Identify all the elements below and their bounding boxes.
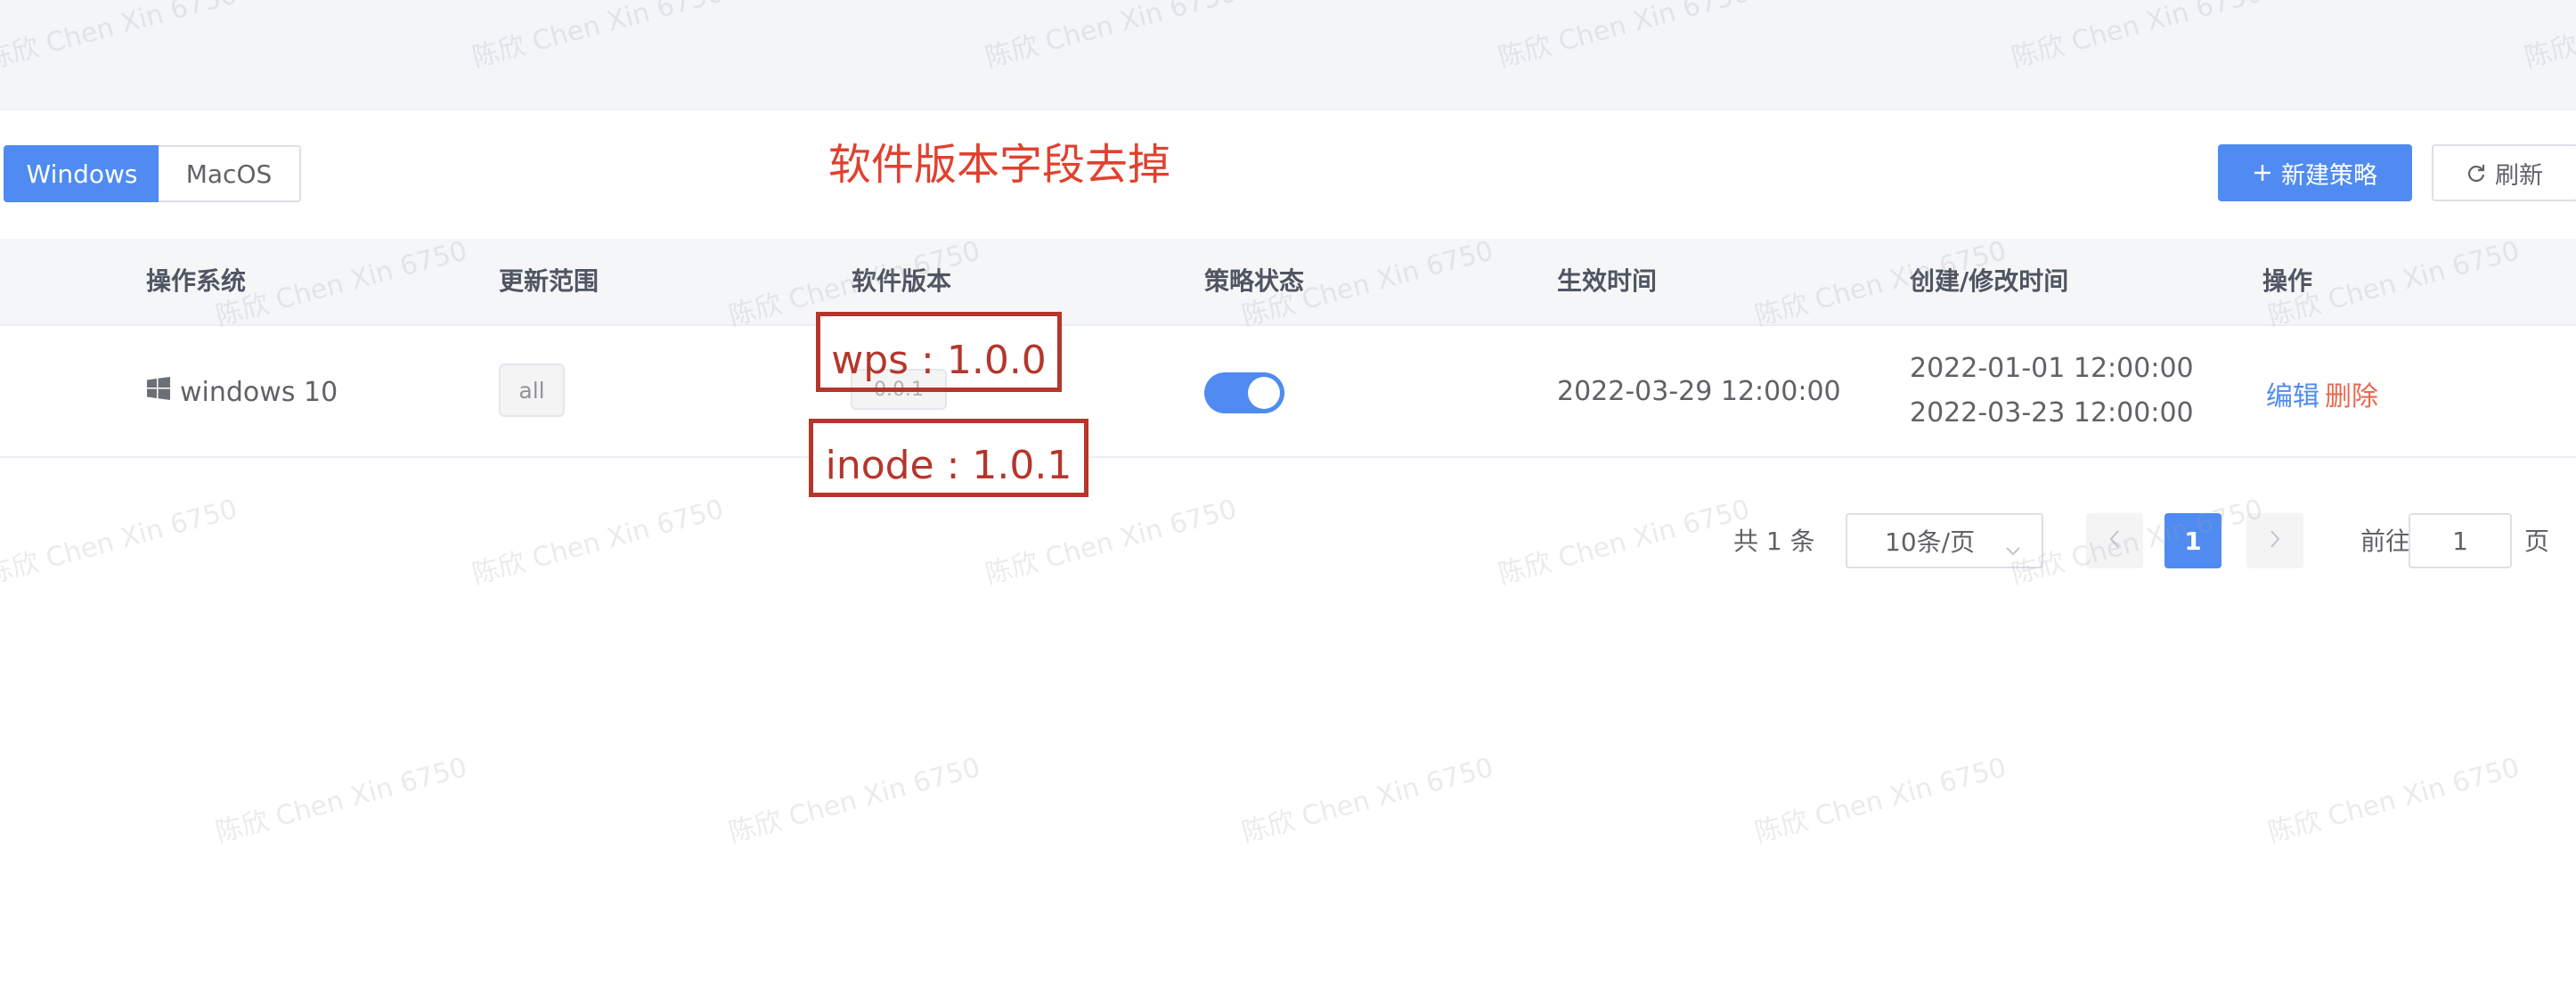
- column-header-scope: 更新范围: [499, 266, 599, 296]
- annotation-box-wps: wps : 1.0.0: [816, 312, 1062, 392]
- column-header-status: 策略状态: [1204, 266, 1305, 296]
- created-time: 2022-01-01 12:00:00: [1910, 353, 2194, 384]
- column-header-os: 操作系统: [146, 266, 247, 296]
- goto-label: 前往: [2360, 527, 2411, 556]
- goto-page-suffix: 页: [2524, 527, 2550, 556]
- new-strategy-button[interactable]: 新建策略: [2218, 144, 2412, 201]
- status-toggle-knob: [1248, 377, 1280, 409]
- windows-icon: [146, 376, 171, 408]
- status-toggle[interactable]: [1204, 372, 1284, 413]
- pagination-total: 共 1 条: [1733, 527, 1815, 556]
- edit-link[interactable]: 编辑: [2266, 374, 2319, 413]
- refresh-button[interactable]: 刷新: [2432, 144, 2576, 201]
- table-header: 操作系统 更新范围 软件版本 策略状态 生效时间 创建/修改时间 操作: [0, 239, 2576, 326]
- table-row: windows 10 all 0.0.1 2022-03-29 12:00:00…: [0, 326, 2576, 458]
- page-number-current[interactable]: 1: [2164, 513, 2221, 568]
- tab-windows[interactable]: Windows: [4, 145, 160, 202]
- modified-time: 2022-03-23 12:00:00: [1910, 397, 2194, 429]
- goto-page-input[interactable]: [2409, 513, 2512, 568]
- annotation-box-inode: inode : 1.0.1: [809, 419, 1088, 497]
- chevron-left-icon: [2107, 527, 2122, 556]
- chevron-right-icon: [2268, 527, 2282, 556]
- prev-page-button[interactable]: [2086, 513, 2143, 568]
- effective-time: 2022-03-29 12:00:00: [1557, 376, 1841, 407]
- column-header-actions: 操作: [2262, 266, 2313, 296]
- column-header-created-modified: 创建/修改时间: [1910, 266, 2069, 296]
- next-page-button[interactable]: [2246, 513, 2303, 568]
- page-size-value: 10条/页: [1885, 527, 1976, 557]
- scope-tag: all: [499, 363, 565, 417]
- refresh-label: 刷新: [2495, 161, 2543, 190]
- chevron-down-icon: [2004, 535, 2022, 564]
- os-name: windows 10: [180, 376, 338, 408]
- annotation-title: 软件版本字段去掉: [828, 140, 1171, 190]
- new-strategy-label: 新建策略: [2281, 161, 2377, 190]
- refresh-icon: [2466, 163, 2486, 183]
- plus-icon: [2253, 163, 2272, 183]
- top-band: [0, 0, 2576, 110]
- page-size-select[interactable]: 10条/页: [1846, 513, 2043, 568]
- column-header-effective-time: 生效时间: [1557, 266, 1658, 296]
- tab-macos[interactable]: MacOS: [159, 145, 301, 202]
- delete-link[interactable]: 删除: [2325, 374, 2378, 413]
- os-cell: windows 10: [146, 376, 338, 408]
